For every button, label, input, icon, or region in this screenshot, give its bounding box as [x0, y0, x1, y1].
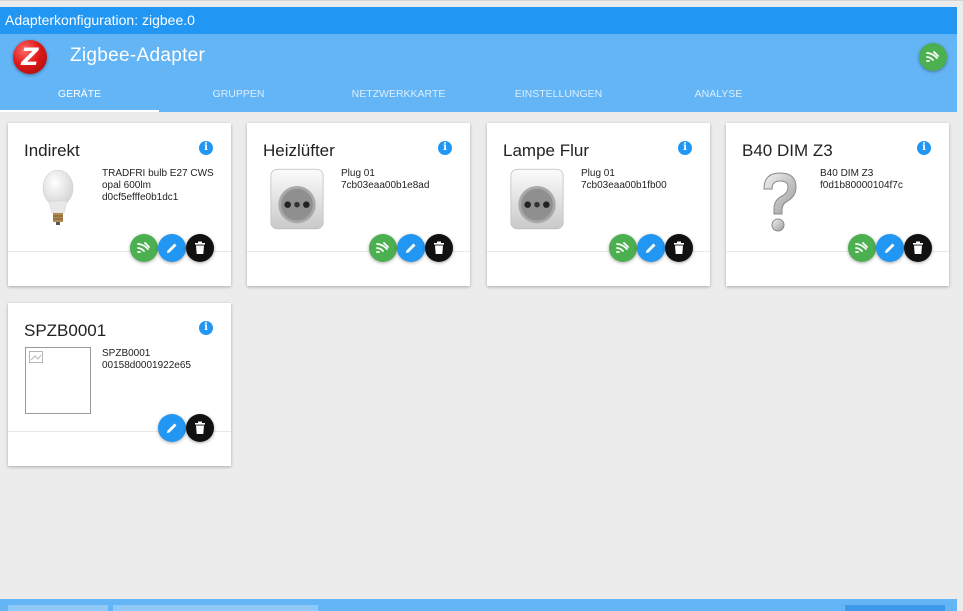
device-details: SPZB0001 00158d0001922e65: [102, 348, 220, 372]
device-model: TRADFRI bulb E27 CWS opal 600lm: [102, 168, 214, 191]
plug-icon: [270, 168, 324, 230]
tab-gruppen[interactable]: GRUPPEN: [159, 82, 318, 112]
trash-icon: [434, 241, 444, 254]
pencil-icon: [406, 243, 416, 253]
device-details: B40 DIM Z3 f0d1b80000104f7c: [820, 168, 938, 192]
edit-button[interactable]: [158, 234, 186, 262]
trash-icon: [195, 241, 205, 254]
device-name: SPZB0001: [24, 321, 107, 340]
plug-icon: [510, 168, 564, 230]
device-name: B40 DIM Z3: [742, 141, 833, 160]
trash-icon: [674, 241, 684, 254]
device-card: SPZB0001 i SPZB0001 00158d0001922e65: [8, 303, 231, 466]
device-id: 00158d0001922e65: [102, 360, 191, 371]
zigbee-logo-icon: Z: [13, 40, 47, 74]
device-details: TRADFRI bulb E27 CWS opal 600lm d0cf5eff…: [102, 168, 220, 204]
device-name: Heizlüfter: [263, 141, 335, 160]
delete-button[interactable]: [186, 234, 214, 262]
app-title: Zigbee-Adapter: [70, 45, 206, 66]
window-titlebar: Adapterkonfiguration: zigbee.0: [0, 7, 957, 34]
info-icon[interactable]: i: [199, 321, 213, 335]
bottom-field[interactable]: [8, 605, 108, 611]
tab-analyse[interactable]: ANALYSE: [639, 82, 798, 112]
zigbee-signal-icon: [137, 242, 150, 253]
zigbee-signal-icon: [376, 242, 389, 253]
device-id: 7cb03eaa00b1e8ad: [341, 180, 430, 191]
zigbee-signal-icon: [616, 242, 629, 253]
zigbee-button[interactable]: [609, 234, 637, 262]
delete-button[interactable]: [665, 234, 693, 262]
pencil-icon: [167, 423, 177, 433]
pencil-icon: [885, 243, 895, 253]
zigbee-signal-icon: [855, 242, 868, 253]
device-model: SPZB0001: [102, 348, 151, 359]
device-card: Heizlüfter i Plug 01 7cb03eaa00b1e8ad: [247, 123, 470, 286]
zigbee-button[interactable]: [848, 234, 876, 262]
device-details: Plug 01 7cb03eaa00b1e8ad: [341, 168, 459, 192]
zigbee-button[interactable]: [130, 234, 158, 262]
delete-button[interactable]: [425, 234, 453, 262]
bottom-field[interactable]: [113, 605, 318, 611]
device-id: f0d1b80000104f7c: [820, 180, 903, 191]
pencil-icon: [646, 243, 656, 253]
app-header: Z Zigbee-Adapter GERÄTE GRUPPEN NETZWERK…: [0, 34, 957, 112]
device-name: Lampe Flur: [503, 141, 589, 160]
bottom-button[interactable]: [845, 605, 945, 611]
device-model: Plug 01: [581, 168, 615, 179]
window-top-edge: [0, 0, 963, 7]
edit-button[interactable]: [637, 234, 665, 262]
delete-button[interactable]: [186, 414, 214, 442]
bulb-icon: [42, 169, 74, 225]
edit-button[interactable]: [397, 234, 425, 262]
zigbee-signal-icon: [926, 51, 939, 62]
zigbee-button[interactable]: [369, 234, 397, 262]
device-id: d0cf5efffe0b1dc1: [102, 192, 179, 203]
device-details: Plug 01 7cb03eaa00b1fb00: [581, 168, 699, 192]
tab-geraete[interactable]: GERÄTE: [0, 82, 159, 112]
info-icon[interactable]: i: [917, 141, 931, 155]
tab-einstellungen[interactable]: EINSTELLUNGEN: [479, 82, 638, 112]
device-name: Indirekt: [24, 141, 80, 160]
window-right-edge: [957, 7, 963, 611]
edit-button[interactable]: [158, 414, 186, 442]
device-card: B40 DIM Z3 i B40 DIM Z3 f0d1b80000104f7c: [726, 123, 949, 286]
device-id: 7cb03eaa00b1fb00: [581, 180, 667, 191]
trash-icon: [913, 241, 923, 254]
device-model: B40 DIM Z3: [820, 168, 874, 179]
device-model: Plug 01: [341, 168, 375, 179]
device-card: Lampe Flur i Plug 01 7cb03eaa00b1fb00: [487, 123, 710, 286]
pairing-button[interactable]: [919, 43, 947, 71]
window-title: Adapterkonfiguration: zigbee.0: [5, 12, 195, 28]
info-icon[interactable]: i: [199, 141, 213, 155]
tab-netzwerkkarte[interactable]: NETZWERKKARTE: [319, 82, 478, 112]
tab-bar: GERÄTE GRUPPEN NETZWERKKARTE EINSTELLUNG…: [0, 82, 957, 112]
info-icon[interactable]: i: [438, 141, 452, 155]
info-icon[interactable]: i: [678, 141, 692, 155]
pencil-icon: [167, 243, 177, 253]
delete-button[interactable]: [904, 234, 932, 262]
active-tab-indicator: [0, 110, 159, 112]
broken-image-icon: [25, 347, 91, 414]
trash-icon: [195, 421, 205, 434]
unknown-device-icon: [763, 172, 797, 232]
edit-button[interactable]: [876, 234, 904, 262]
device-card: Indirekt i TRADFRI bulb E27 CWS opal 600…: [8, 123, 231, 286]
